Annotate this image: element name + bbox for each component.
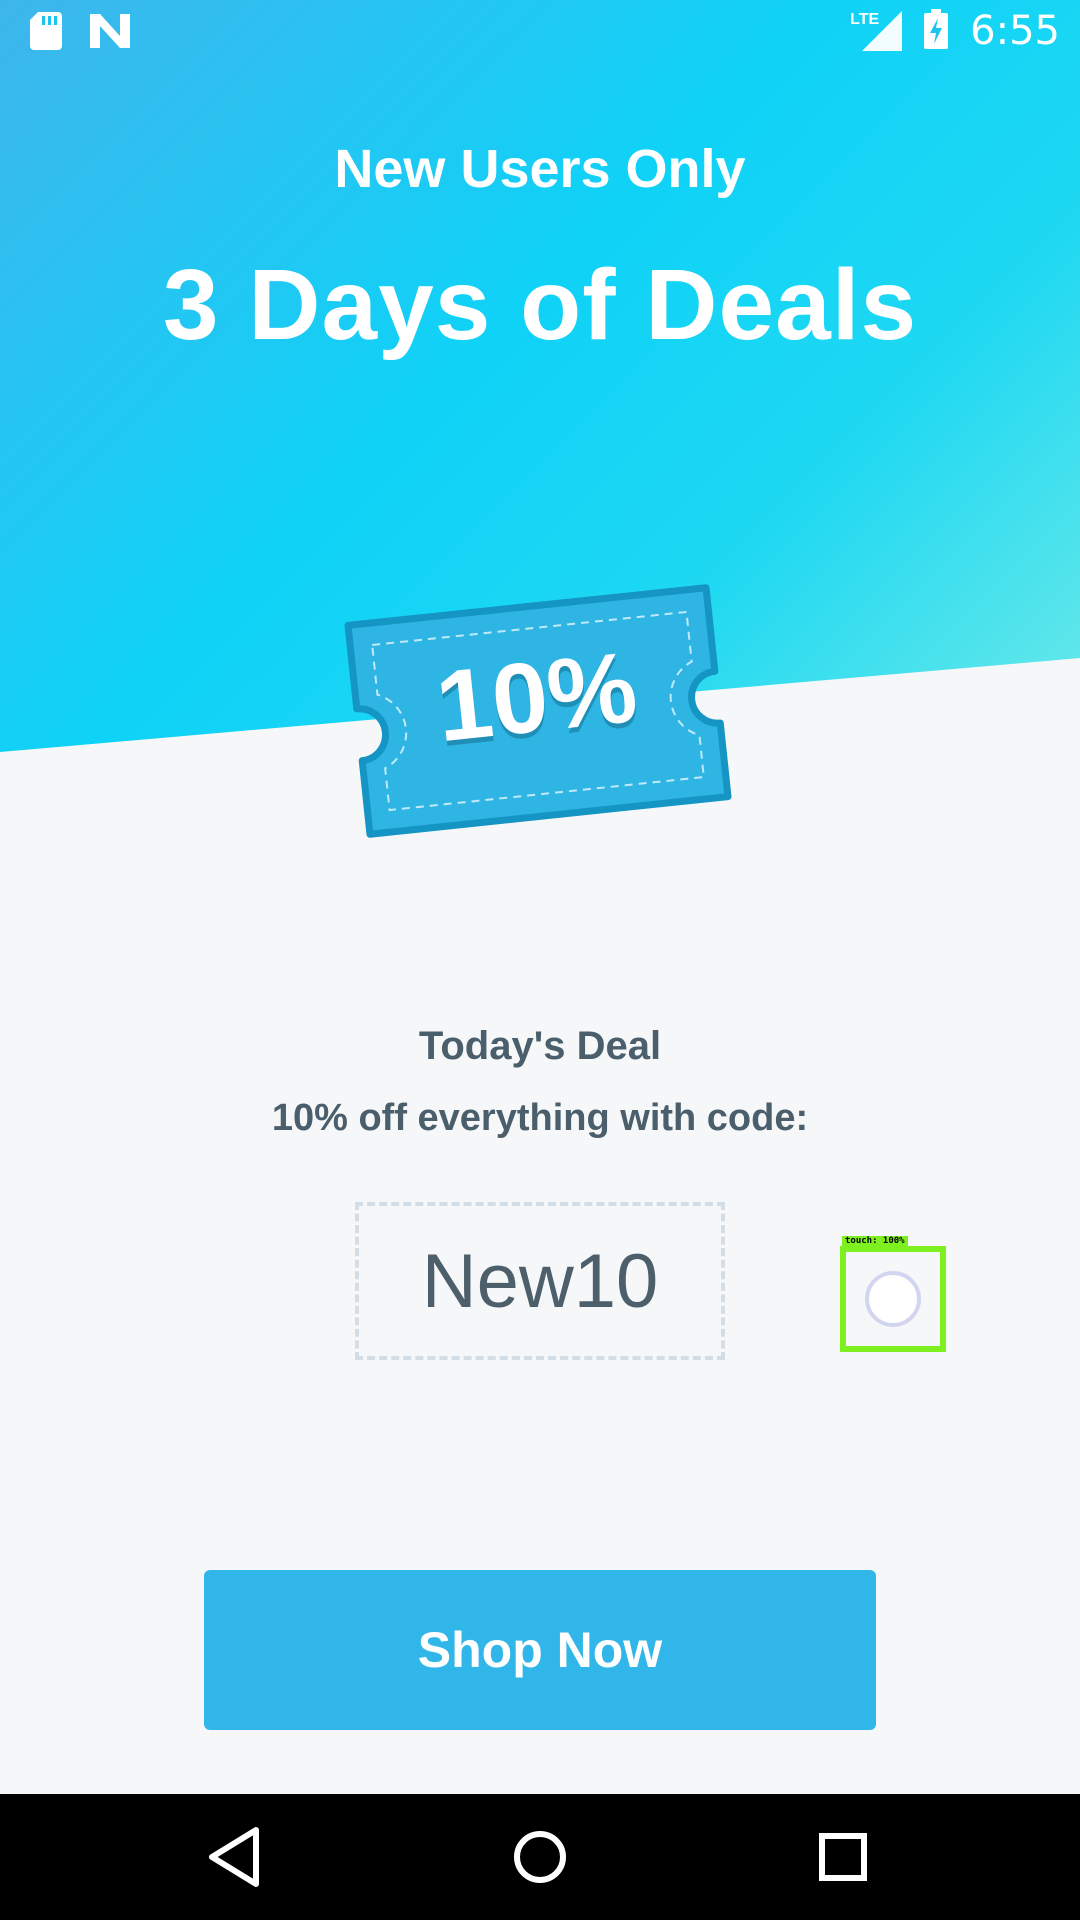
hero-subtitle: New Users Only — [334, 139, 746, 199]
clock: 6:55 — [970, 8, 1060, 54]
hero-title: 3 Days of Deals — [162, 249, 918, 361]
status-bar: LTE 6:55 — [0, 0, 1080, 64]
network-type-label: LTE — [850, 11, 880, 28]
lte-signal-icon: LTE — [850, 11, 903, 51]
sd-card-icon — [30, 12, 62, 55]
coupon-ticket: 10% — [341, 581, 734, 841]
touch-indicator-label: touch: 100% — [842, 1236, 908, 1246]
touch-indicator[interactable]: touch: 100% — [840, 1236, 946, 1352]
promo-code: New10 — [421, 1238, 659, 1324]
back-icon[interactable] — [200, 1822, 270, 1892]
navigation-bar — [0, 1794, 1080, 1920]
deal-label: Today's Deal — [418, 1024, 662, 1068]
n-logo-icon — [90, 14, 130, 53]
shop-now-button[interactable]: Shop Now — [204, 1570, 876, 1730]
promo-code-box[interactable]: New10 — [355, 1202, 725, 1360]
touch-circle-icon — [865, 1271, 921, 1327]
battery-charging-icon — [924, 8, 949, 54]
recents-icon[interactable] — [808, 1822, 878, 1892]
home-icon[interactable] — [505, 1822, 575, 1892]
deal-description: 10% off everything with code: — [271, 1097, 809, 1139]
